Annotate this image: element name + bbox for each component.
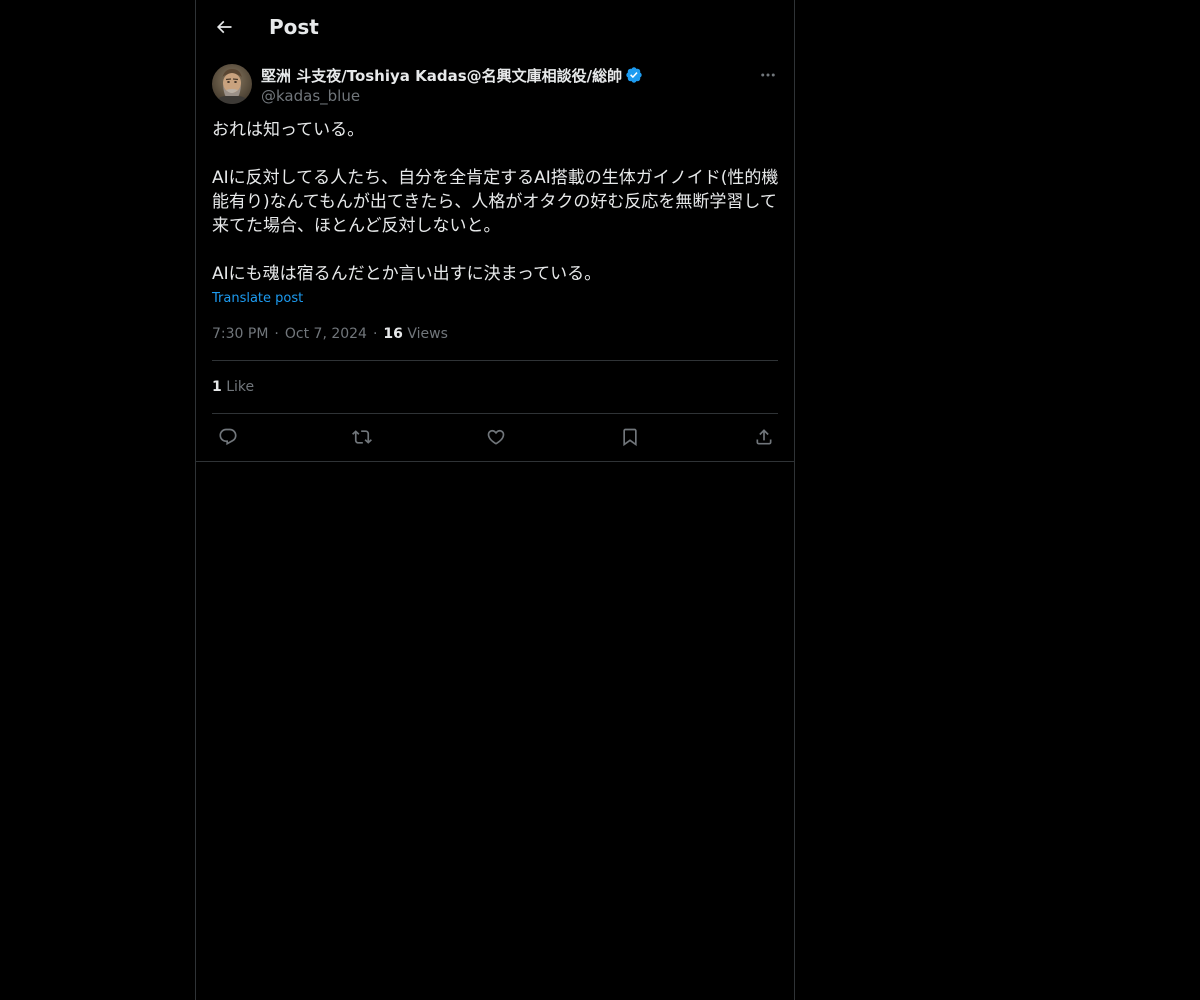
meta-separator: · <box>372 326 378 342</box>
heart-icon <box>487 429 505 445</box>
likes-label: Like <box>226 379 255 395</box>
views-count: 16 <box>383 326 403 342</box>
bookmark-icon <box>623 428 637 447</box>
verified-badge-icon <box>626 67 642 83</box>
more-options-button[interactable] <box>756 64 780 86</box>
post-date[interactable]: Oct 7, 2024 <box>285 326 367 342</box>
more-horizontal-icon <box>761 73 775 77</box>
translate-post-link[interactable]: Translate post <box>212 290 303 308</box>
arrow-left-icon <box>216 20 232 34</box>
author-handle[interactable]: @kadas_blue <box>261 86 360 106</box>
divider <box>212 360 778 361</box>
bookmark-button[interactable] <box>618 425 642 449</box>
repost-button[interactable] <box>350 425 374 449</box>
reply-button[interactable] <box>216 425 240 449</box>
page-title: Post <box>269 15 319 39</box>
back-button[interactable] <box>210 13 238 41</box>
meta-separator: · <box>274 326 279 342</box>
author-name[interactable]: 堅洲 斗支夜/Toshiya Kadas@名興文庫相談役/総帥 <box>261 65 622 86</box>
post-time[interactable]: 7:30 PM <box>212 326 268 342</box>
avatar[interactable] <box>212 64 252 104</box>
repost-icon <box>352 430 372 444</box>
reply-icon <box>219 428 237 446</box>
like-button[interactable] <box>484 425 508 449</box>
share-icon <box>756 429 772 445</box>
post-bottom-border <box>196 461 794 462</box>
divider <box>212 413 778 414</box>
share-button[interactable] <box>752 425 776 449</box>
post-text: おれは知っている。 AIに反対してる人たち、自分を全肯定するAI搭載の生体ガイノ… <box>212 120 779 284</box>
post-column: Post 堅洲 斗支夜/Toshiya Kadas@名興文庫相談役/総帥 @ka… <box>195 0 795 1000</box>
likes-count: 1 <box>212 379 222 395</box>
author-name-row: 堅洲 斗支夜/Toshiya Kadas@名興文庫相談役/総帥 <box>261 64 643 86</box>
likes-summary[interactable]: 1 Like <box>212 377 254 397</box>
avatar-image <box>212 64 252 104</box>
views-label: Views <box>407 326 448 342</box>
page-header: Post <box>196 0 794 53</box>
post-meta: 7:30 PM · Oct 7, 2024 · 16 Views <box>212 324 448 344</box>
